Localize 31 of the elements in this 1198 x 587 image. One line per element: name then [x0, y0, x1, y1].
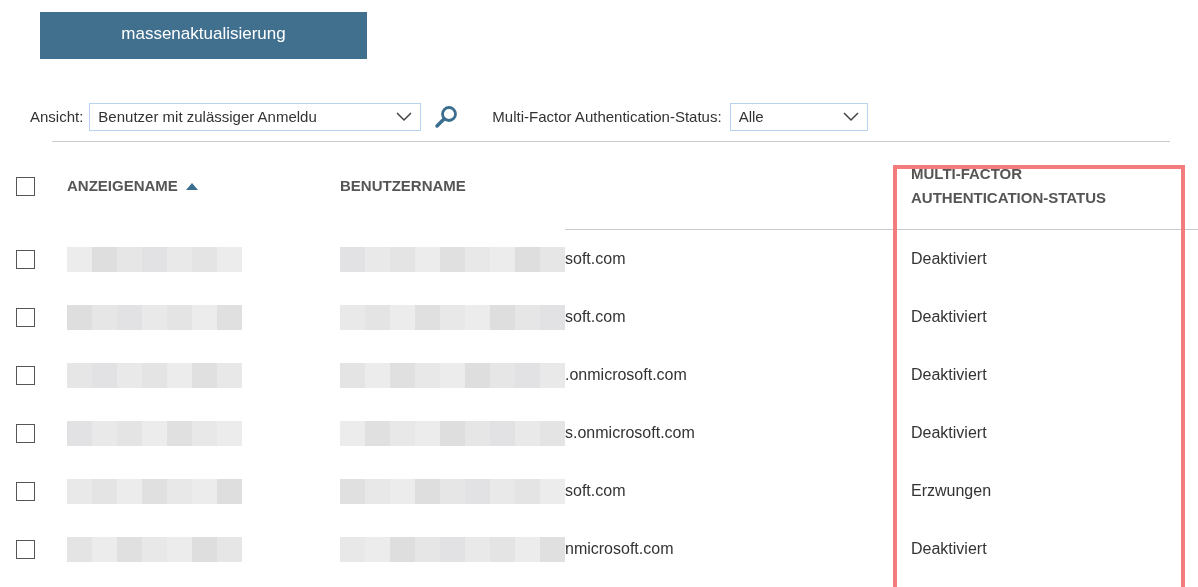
mfa-status-dropdown[interactable]: Alle: [729, 103, 868, 131]
table-cell-text: .onmicrosoft.com: [565, 365, 687, 385]
checkbox[interactable]: [16, 249, 35, 269]
checkbox[interactable]: [16, 481, 35, 501]
view-dropdown[interactable]: Benutzer mit zulässiger Anmeldu: [89, 103, 422, 131]
checkbox[interactable]: [16, 423, 35, 443]
checkbox[interactable]: [16, 539, 35, 559]
bulk-update-button[interactable]: massenaktualisierung: [40, 12, 367, 59]
table-cell-text: Deaktiviert: [911, 307, 987, 327]
checkbox[interactable]: [16, 176, 35, 196]
table-cell-text: Deaktiviert: [911, 539, 987, 559]
mfa-status-label: Multi-Factor Authentication-Status:: [492, 106, 722, 127]
chevron-down-icon: [842, 112, 859, 122]
column-header[interactable]: ANZEIGENAME: [67, 174, 178, 198]
table-cell-text: Erzwungen: [911, 481, 992, 501]
search-icon[interactable]: [434, 105, 459, 129]
checkbox[interactable]: [16, 307, 35, 327]
table-cell-text: s.onmicrosoft.com: [565, 423, 695, 443]
table-cell-text: soft.com: [565, 249, 626, 269]
chevron-down-icon: [396, 112, 413, 122]
table-cell-text: Deaktiviert: [911, 365, 987, 385]
view-label: Ansicht:: [30, 106, 84, 127]
table-cell-text: soft.com: [565, 307, 626, 327]
table-cell-text: Deaktiviert: [911, 423, 987, 443]
column-header[interactable]: MULTI-FACTOR AUTHENTICATION-STATUS: [911, 162, 1161, 210]
table-cell-text: Deaktiviert: [911, 249, 987, 269]
table-cell-text: nmicrosoft.com: [565, 539, 674, 559]
table-cell-text: soft.com: [565, 481, 626, 501]
sort-ascending-icon[interactable]: [185, 182, 198, 190]
checkbox[interactable]: [16, 365, 35, 385]
column-header[interactable]: BENUTZERNAME: [340, 174, 466, 198]
